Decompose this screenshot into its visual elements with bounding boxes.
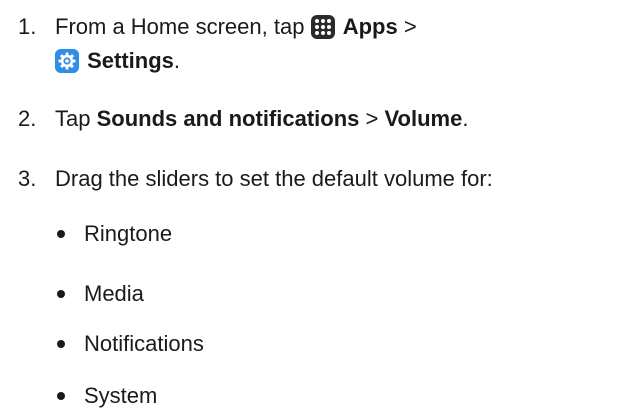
step-3-text: Drag the sliders to set the default volu… bbox=[55, 166, 493, 191]
sounds-notifications-label: Sounds and notifications bbox=[96, 106, 360, 131]
bullet-media: Media bbox=[84, 281, 144, 306]
step-1-separator: > bbox=[403, 14, 417, 39]
bullet-dot bbox=[57, 230, 65, 238]
apps-grid-icon bbox=[310, 15, 335, 39]
gear-icon bbox=[55, 49, 79, 73]
step-1-number: 1. bbox=[18, 14, 37, 39]
bullet-dot bbox=[57, 290, 65, 298]
apps-label: Apps bbox=[342, 14, 398, 39]
step-3-line: Drag the sliders to set the default volu… bbox=[55, 164, 493, 194]
settings-label: Settings bbox=[87, 48, 174, 73]
bullet-dot bbox=[57, 392, 65, 400]
step-2-separator: > bbox=[365, 106, 379, 131]
step-2-text: Tap bbox=[55, 106, 91, 131]
step-1-period: . bbox=[173, 48, 181, 73]
step-1-line-2: Settings. bbox=[55, 46, 180, 76]
bullet-ringtone: Ringtone bbox=[84, 221, 173, 246]
step-2-period: . bbox=[462, 106, 469, 131]
step-1-line-1: From a Home screen, tap Apps > bbox=[55, 12, 417, 42]
bullet-dot bbox=[57, 340, 65, 348]
step-1-text: From a Home screen, tap bbox=[55, 14, 305, 39]
bullet-system: System bbox=[84, 383, 158, 408]
step-2-line: Tap Sounds and notifications > Volume. bbox=[55, 104, 468, 134]
step-3-number: 3. bbox=[18, 166, 37, 191]
step-2-number: 2. bbox=[18, 106, 37, 131]
volume-label: Volume bbox=[384, 106, 463, 131]
bullet-notifications: Notifications bbox=[84, 331, 204, 356]
